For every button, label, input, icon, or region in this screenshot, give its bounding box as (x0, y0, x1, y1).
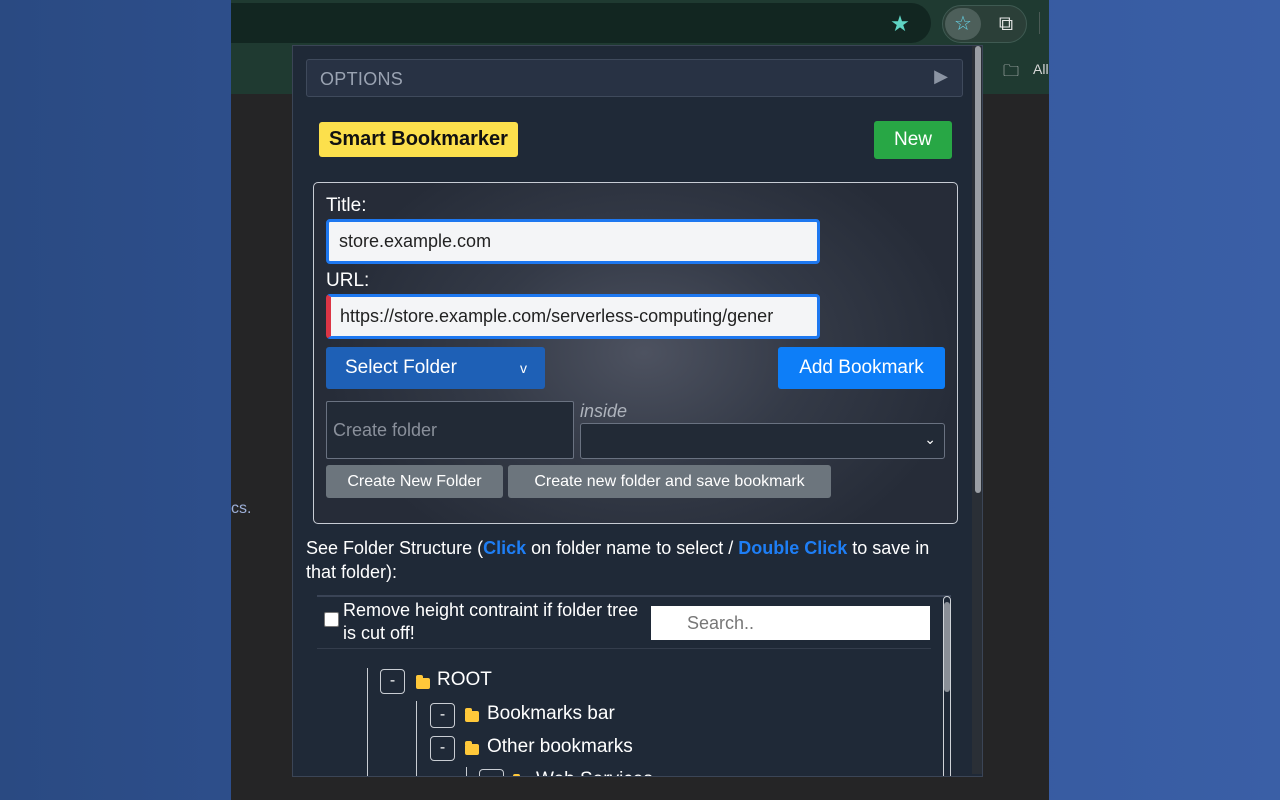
tree-guide-line (416, 701, 417, 776)
select-folder-button[interactable]: Select Folder v (326, 347, 545, 389)
add-bookmark-button[interactable]: Add Bookmark (778, 347, 945, 389)
options-label: OPTIONS (320, 69, 404, 89)
address-bar[interactable]: ★ (231, 3, 931, 43)
folder-icon (465, 741, 479, 755)
parent-folder-select[interactable]: ⌄ (580, 423, 945, 459)
smart-bookmarker-extension-icon[interactable]: ☆ (945, 8, 981, 40)
extension-popup: OPTIONS ▶ Smart Bookmarker New Title: st… (292, 45, 983, 777)
collapse-toggle[interactable]: - (430, 736, 455, 761)
url-input[interactable]: https://store.example.com/serverless-com… (326, 294, 820, 339)
page-text-fragment: cs. (231, 500, 252, 517)
tree-divider (317, 648, 931, 649)
tree-scrollbar-thumb[interactable] (944, 602, 950, 692)
double-click-highlight: Double Click (738, 538, 848, 558)
url-label: URL: (326, 270, 370, 291)
create-folder-input[interactable]: Create folder (326, 401, 574, 459)
select-folder-label: Select Folder (345, 357, 457, 378)
bookmark-star-icon[interactable]: ★ (889, 13, 911, 35)
collapse-toggle[interactable]: - (380, 669, 405, 694)
tree-guide-line (466, 767, 467, 776)
chevron-down-icon: v (520, 360, 527, 376)
create-folder-and-save-button[interactable]: Create new folder and save bookmark (508, 465, 831, 498)
tree-node-other-bookmarks[interactable]: Other bookmarks (487, 736, 633, 758)
tree-node-web-services[interactable]: Web Services (536, 769, 653, 776)
remove-height-checkbox[interactable] (324, 612, 339, 627)
extensions-group: ☆ ⧉ (942, 5, 1027, 43)
remove-height-label: Remove height contraint if folder tree i… (343, 600, 639, 643)
browser-toolbar: ★ ☆ ⧉ (231, 0, 1049, 46)
create-new-folder-button[interactable]: Create New Folder (326, 465, 503, 498)
options-toggle[interactable]: OPTIONS ▶ (306, 59, 963, 97)
inside-label: inside (580, 401, 628, 421)
popup-scrollbar-thumb[interactable] (975, 46, 981, 493)
title-label: Title: (326, 195, 367, 216)
folder-search-input[interactable]: Search.. (651, 606, 930, 640)
toolbar-divider (1039, 12, 1040, 34)
instructions-prefix: See Folder Structure ( (306, 538, 484, 558)
click-highlight: Click (483, 538, 527, 558)
tree-node-bookmarks-bar[interactable]: Bookmarks bar (487, 703, 615, 725)
folder-icon (416, 675, 430, 689)
title-input[interactable]: store.example.com (326, 219, 820, 264)
folder-structure-instructions: See Folder Structure (Click on folder na… (306, 536, 956, 584)
folder-outline-icon[interactable]: 🗀 (1003, 60, 1019, 87)
folder-tree-panel: Remove height contraint if folder tree i… (317, 595, 951, 776)
new-button[interactable]: New (874, 121, 952, 159)
collapse-toggle[interactable]: - (479, 769, 504, 776)
app-title: Smart Bookmarker (319, 122, 518, 157)
bookmark-form: Title: store.example.com URL: https://st… (313, 182, 958, 524)
expand-arrow-icon[interactable]: ▶ (934, 66, 948, 87)
puzzle-icon[interactable]: ⧉ (989, 8, 1023, 40)
collapse-toggle[interactable]: - (430, 703, 455, 728)
folder-icon (465, 708, 479, 722)
all-bookmarks-link[interactable]: All (1033, 61, 1049, 77)
tree-node-root[interactable]: ROOT (437, 669, 492, 691)
tree-guide-line (367, 668, 368, 776)
chevron-down-icon: ⌄ (924, 431, 936, 447)
instructions-middle: on folder name to select / (526, 538, 739, 558)
